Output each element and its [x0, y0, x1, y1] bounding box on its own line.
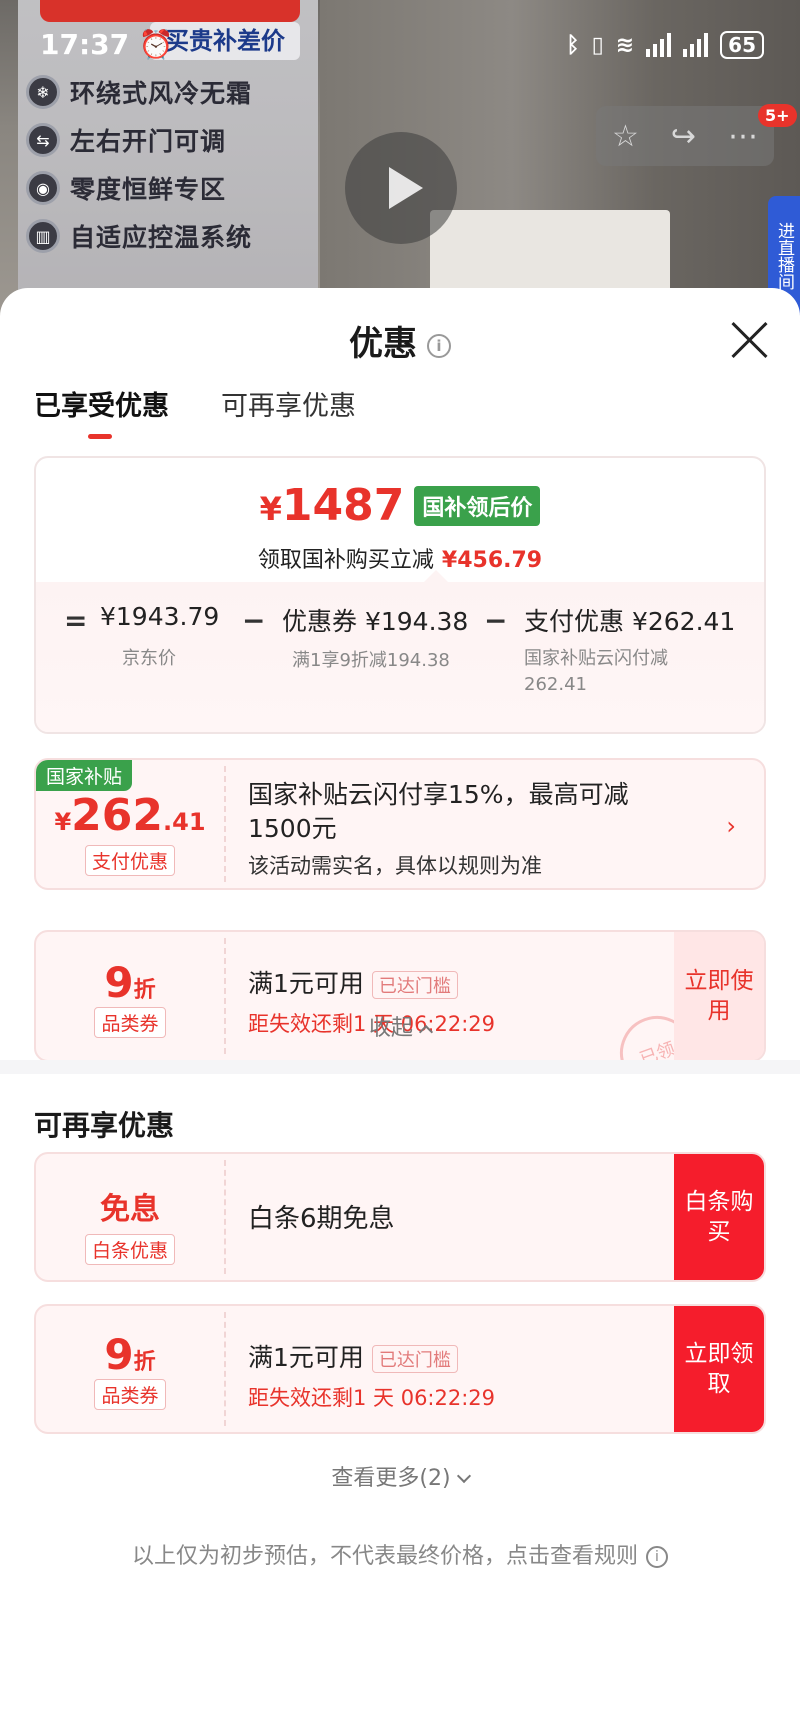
sheet-title: 优惠 i — [0, 316, 800, 365]
subsidy-title: 国家补贴云闪付享15%，最高可减 1500元 — [248, 780, 629, 843]
threshold-tag: 已达门槛 — [371, 971, 458, 999]
alarm-icon: ⏰ — [138, 27, 174, 61]
subsidy-card[interactable]: 国家补贴 ¥262.41 支付优惠 国家补贴云闪付享15%，最高可减 1500元 … — [34, 758, 766, 890]
chevron-down-icon — [456, 1468, 471, 1484]
coupon-title: 满1元可用 已达门槛 — [248, 1338, 495, 1374]
top-actions: ☆ ↪ ⋯ — [596, 106, 774, 166]
coupon-value: 9折 — [104, 1330, 156, 1379]
baitiao-tag: 白条优惠 — [84, 1234, 175, 1265]
payment-deduction: 支付优惠 ¥262.41 — [524, 607, 736, 636]
payment-discount-tag: 支付优惠 — [84, 845, 175, 876]
claim-now-button[interactable]: 立即领取 — [674, 1306, 764, 1432]
coupon-deduction: 优惠券 ¥194.38 — [282, 607, 469, 636]
battery-icon: 65 — [720, 31, 764, 59]
disclaimer[interactable]: 以上仅为初步预估，不代表最终价格，点击查看规则 i — [0, 1538, 800, 1570]
status-bar: 17:37 ⏰ ᛒ ▯ ≋ 65 — [0, 0, 800, 90]
category-coupon-card-available[interactable]: 9折 品类券 满1元可用 已达门槛 距失效还剩1 天 06:22:29 立即领取 — [34, 1304, 766, 1434]
info-icon[interactable]: i — [427, 333, 451, 358]
feature-item: ⇆ 左右开门可调 — [26, 120, 226, 160]
tab-bar: 已享受优惠 可再享优惠 — [34, 384, 356, 439]
view-more-link[interactable]: 查看更多(2) — [0, 1460, 800, 1492]
vibrate-icon: ▯ — [591, 32, 604, 58]
category-coupon-card[interactable]: 9折 品类券 满1元可用 已达门槛 距失效还剩1 天 06:22:29 已领 立即… — [34, 930, 766, 1062]
baitiao-title: 白条6期免息 — [248, 1204, 395, 1234]
door-icon: ⇆ — [26, 123, 60, 157]
play-button[interactable] — [345, 132, 457, 244]
coupon-deduction-label: 满1享9折减194.38 — [292, 650, 450, 671]
price-breakdown: = ¥1943.79 京东价 − 优惠券 ¥194.38 满1享9折减194.3… — [36, 582, 764, 732]
chevron-up-icon — [418, 1024, 434, 1040]
collapse-toggle[interactable]: 收起 — [0, 1010, 800, 1042]
payment-deduction-label: 国家补贴云闪付减 262.41 — [524, 648, 668, 695]
threshold-tag: 已达门槛 — [371, 1345, 458, 1373]
bluetooth-icon: ᛒ — [566, 32, 580, 58]
thermostat-icon: ▥ — [26, 219, 60, 253]
section-title-available: 可再享优惠 — [34, 1109, 175, 1142]
signal-icon — [646, 33, 672, 57]
notification-badge: 5+ — [758, 104, 797, 127]
subsidy-amount: ¥262.41 — [54, 790, 206, 841]
feature-item: ◉ 零度恒鲜专区 — [26, 168, 226, 208]
jd-price: ¥1943.79 — [100, 602, 220, 631]
coupon-expire: 距失效还剩1 天 06:22:29 — [248, 1386, 496, 1410]
fresh-icon: ◉ — [26, 171, 60, 205]
reduce-amount: ¥456.79 — [441, 548, 543, 573]
status-time: 17:37 ⏰ — [40, 27, 174, 61]
interest-free-value: 免息 — [100, 1192, 160, 1227]
discount-sheet: 优惠 i 已享受优惠 可再享优惠 ¥1487 国补领后价 领取国补购买立减 ¥456… — [0, 288, 800, 1727]
star-icon[interactable]: ☆ — [612, 119, 639, 154]
wifi-icon: ≋ — [615, 32, 635, 58]
signal-icon-2 — [683, 33, 709, 57]
close-icon[interactable] — [728, 318, 772, 362]
baitiao-card[interactable]: 免息 白条优惠 白条6期免息 白条购买 — [34, 1152, 766, 1282]
subsidy-price-tag: 国补领后价 — [414, 485, 541, 526]
info-icon: i — [646, 1546, 668, 1568]
coupon-title: 满1元可用 已达门槛 — [248, 964, 495, 1000]
jd-price-label: 京东价 — [122, 648, 176, 669]
play-icon — [389, 167, 423, 209]
share-icon[interactable]: ↪ — [671, 119, 696, 154]
price-summary-card: ¥1487 国补领后价 领取国补购买立减 ¥456.79 = ¥1943.79 京… — [34, 456, 766, 734]
section-divider — [0, 1060, 800, 1074]
status-icons: ᛒ ▯ ≋ 65 — [566, 31, 764, 59]
chevron-right-icon[interactable]: › — [726, 812, 736, 840]
coupon-type-tag: 品类券 — [94, 1379, 166, 1410]
coupon-value: 9折 — [104, 958, 156, 1007]
baitiao-buy-button[interactable]: 白条购买 — [674, 1154, 764, 1280]
final-price: ¥1487 — [259, 480, 405, 531]
more-icon[interactable]: ⋯ — [728, 119, 758, 154]
tab-available[interactable]: 可再享优惠 — [221, 384, 356, 423]
feature-item: ▥ 自适应控温系统 — [26, 216, 252, 256]
reduce-line: 领取国补购买立减 ¥456.79 — [257, 548, 543, 573]
subsidy-desc: 该活动需实名，具体以规则为准 — [248, 854, 542, 878]
tab-enjoyed[interactable]: 已享受优惠 — [34, 384, 169, 439]
